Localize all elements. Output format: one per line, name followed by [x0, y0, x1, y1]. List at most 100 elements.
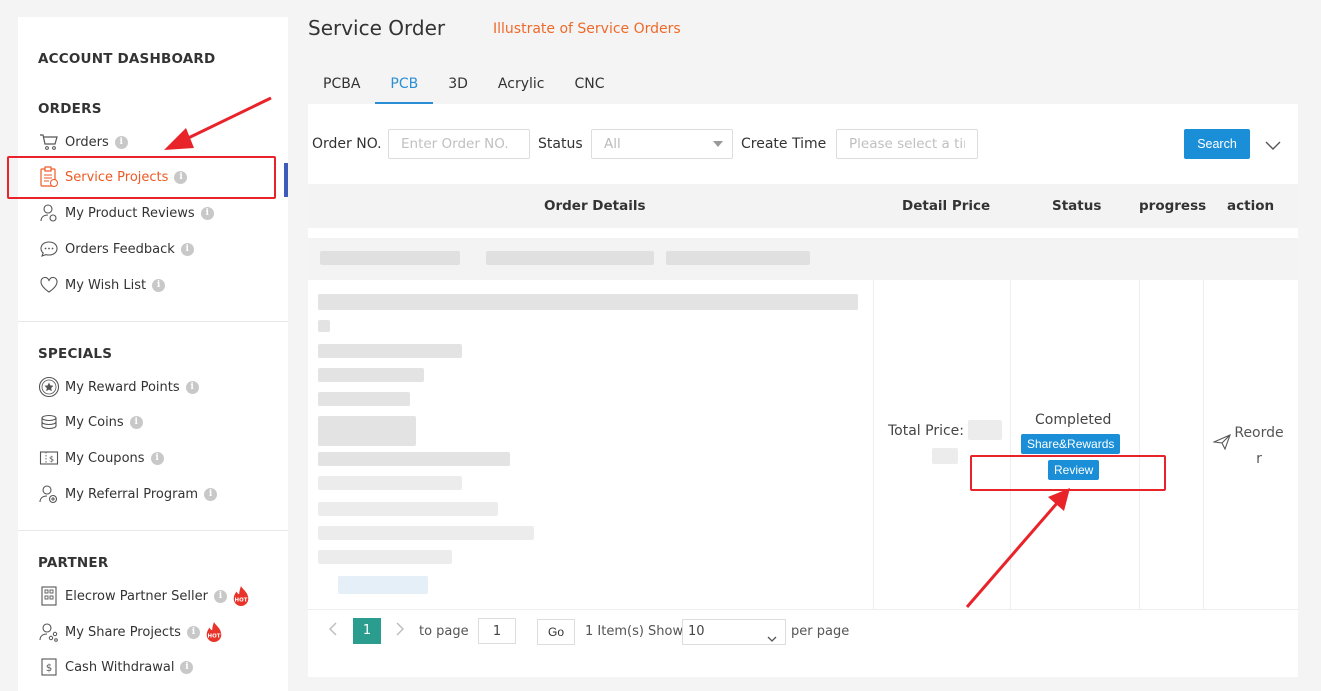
info-icon[interactable]: i [185, 380, 199, 394]
total-price-label: Total Price: [888, 423, 965, 439]
info-icon[interactable]: i [180, 242, 194, 256]
sidebar-item-label: My Referral Program [65, 486, 199, 502]
partner-section-title: PARTNER [38, 555, 109, 571]
info-icon[interactable]: i [150, 451, 164, 465]
send-icon [1211, 433, 1231, 454]
reorder-action[interactable]: Reorder [1211, 420, 1285, 472]
annotation-highlight-box [7, 156, 276, 199]
info-icon[interactable]: i [204, 487, 218, 501]
info-icon[interactable]: i [180, 660, 194, 674]
table-header: Order Details Detail Price Status progre… [308, 184, 1298, 228]
info-icon[interactable]: i [186, 625, 200, 639]
hot-fire-icon: HOT [204, 622, 224, 642]
info-icon[interactable]: i [200, 206, 214, 220]
divider [18, 321, 288, 322]
items-count-label: 1 Item(s) Show [585, 624, 684, 639]
tab-cnc[interactable]: CNC [559, 68, 619, 104]
heart-icon [38, 274, 60, 296]
redacted-text [666, 251, 810, 265]
dashboard-title: ACCOUNT DASHBOARD [38, 51, 216, 67]
page-number[interactable]: 1 [353, 618, 381, 644]
sidebar-item-orders-feedback[interactable]: Orders Feedback i [38, 237, 194, 261]
page-size-select[interactable]: 10 [682, 619, 786, 645]
page-size-value: 10 [688, 624, 705, 639]
status-select[interactable]: All [591, 129, 733, 159]
sidebar-item-share-projects[interactable]: My Share Projects i HOT [38, 620, 224, 644]
hot-label: HOT [235, 597, 248, 603]
sidebar-item-referral-program[interactable]: My Referral Program i [38, 482, 218, 506]
redacted-link [338, 576, 428, 594]
page-title: Service Order [308, 16, 446, 40]
info-icon[interactable]: i [129, 415, 143, 429]
cell-divider [1010, 280, 1011, 610]
status-label: Status [538, 136, 583, 152]
star-badge-icon [38, 376, 60, 398]
col-order-details: Order Details [544, 198, 646, 214]
search-button[interactable]: Search [1184, 129, 1250, 159]
sidebar-item-label: Orders Feedback [65, 241, 175, 257]
caret-down-icon [713, 141, 723, 147]
share-rewards-button[interactable]: Share&Rewards [1021, 434, 1121, 454]
user-add-icon [38, 483, 60, 505]
info-icon[interactable]: i [213, 589, 227, 603]
coupon-icon: $ [38, 447, 60, 469]
sidebar-item-coupons[interactable]: $ My Coupons i [38, 446, 164, 470]
sidebar-item-label: Elecrow Partner Seller [65, 588, 208, 604]
col-progress: progress [1139, 198, 1207, 214]
sidebar-item-wish-list[interactable]: My Wish List i [38, 273, 166, 297]
prev-page-icon[interactable] [328, 622, 338, 640]
cell-divider [1139, 280, 1140, 610]
tab-3d[interactable]: 3D [433, 68, 483, 104]
redacted-text [318, 476, 462, 490]
sidebar-item-cash-withdrawal[interactable]: $ Cash Withdrawal i [38, 655, 194, 679]
to-page-label: to page [419, 624, 469, 639]
redacted-text [318, 452, 510, 466]
create-time-input[interactable] [836, 129, 978, 159]
reorder-label: Reorder [1234, 425, 1284, 467]
chat-bubble-icon [38, 238, 60, 260]
redacted-text [318, 320, 330, 332]
tab-pcba[interactable]: PCBA [308, 68, 375, 104]
pagination: 1 to page Go 1 Item(s) Show 10 per page [308, 614, 1298, 659]
per-page-label: per page [791, 624, 850, 639]
chevron-down-icon [767, 628, 777, 652]
next-page-icon[interactable] [395, 622, 405, 640]
sidebar-item-coins[interactable]: My Coins i [38, 410, 143, 434]
cell-divider [1203, 280, 1204, 610]
dollar-icon: $ [38, 656, 60, 678]
sidebar-item-product-reviews[interactable]: My Product Reviews i [38, 201, 214, 225]
redacted-text [318, 526, 534, 540]
sidebar-item-reward-points[interactable]: My Reward Points i [38, 375, 199, 399]
active-indicator [284, 163, 288, 197]
sidebar-item-label: My Wish List [65, 277, 147, 293]
sidebar-item-orders[interactable]: Orders i [38, 130, 128, 154]
info-icon[interactable]: i [114, 135, 128, 149]
tab-acrylic[interactable]: Acrylic [483, 68, 560, 104]
col-action: action [1227, 198, 1275, 214]
sidebar-item-partner-seller[interactable]: Elecrow Partner Seller i HOT [38, 584, 251, 608]
redacted-price [932, 448, 958, 464]
tab-pcb[interactable]: PCB [375, 68, 434, 104]
redacted-text [320, 251, 460, 265]
service-tabs: PCBA PCB 3D Acrylic CNC [308, 68, 620, 104]
svg-text:$: $ [49, 455, 54, 464]
orders-panel: Order NO. Status All Create Time Search … [308, 104, 1298, 677]
page-jump-input[interactable] [478, 618, 516, 644]
sidebar: ACCOUNT DASHBOARD ORDERS Orders i Servic… [18, 17, 288, 691]
order-no-label: Order NO. [312, 136, 382, 152]
illustrate-link[interactable]: Illustrate of Service Orders [493, 21, 681, 37]
info-icon[interactable]: i [152, 278, 166, 292]
sidebar-item-label: My Coupons [65, 450, 145, 466]
chevron-down-icon[interactable] [1265, 136, 1281, 155]
user-review-icon [38, 202, 60, 224]
col-status: Status [1052, 198, 1102, 214]
col-detail-price: Detail Price [902, 198, 991, 214]
go-button[interactable]: Go [537, 619, 575, 645]
hot-label: HOT [208, 633, 221, 639]
share-user-icon [38, 621, 60, 643]
divider [18, 530, 288, 531]
redacted-price [968, 420, 1002, 440]
order-no-input[interactable] [388, 129, 530, 159]
orders-section-title: ORDERS [38, 101, 102, 117]
status-completed: Completed [1035, 412, 1112, 428]
